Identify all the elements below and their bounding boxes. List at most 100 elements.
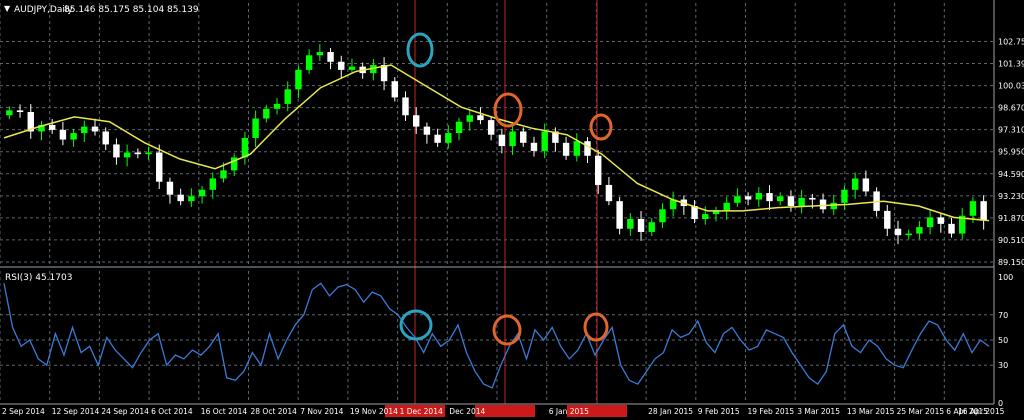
candle-down bbox=[412, 115, 420, 127]
candle-up bbox=[220, 170, 227, 179]
candle-down bbox=[894, 228, 902, 236]
candle-up bbox=[188, 196, 195, 202]
candle-down bbox=[616, 201, 623, 229]
candle-up bbox=[145, 152, 152, 155]
candle-down bbox=[59, 129, 67, 140]
price-tick-label: 98.670 bbox=[998, 104, 1024, 113]
candle-down bbox=[177, 194, 184, 202]
rsi-label: RSI(3) 45.1703 bbox=[5, 273, 72, 283]
rsi-tick-label: 100 bbox=[998, 273, 1013, 282]
candle-up bbox=[241, 137, 249, 158]
candle-up bbox=[316, 52, 324, 56]
candle-down bbox=[327, 52, 334, 62]
candle-up bbox=[209, 178, 216, 190]
price-tick-label: 95.950 bbox=[998, 148, 1024, 157]
candle-down bbox=[166, 181, 174, 195]
candle-down bbox=[16, 110, 24, 113]
candle-down bbox=[134, 152, 142, 155]
candle-up bbox=[445, 133, 452, 143]
time-label: 6 Jan 2015 bbox=[549, 407, 589, 416]
candle-down bbox=[809, 197, 816, 200]
candle-up bbox=[851, 178, 859, 190]
candle-down bbox=[605, 184, 613, 202]
candle-down bbox=[862, 178, 870, 192]
candle-down bbox=[637, 218, 645, 232]
time-label: 19 Feb 2015 bbox=[748, 407, 795, 416]
candle-up bbox=[541, 131, 548, 151]
time-label: 16 Oct 2014 bbox=[201, 407, 248, 416]
time-label: 7 Nov 2014 bbox=[300, 407, 343, 416]
candle-up bbox=[273, 103, 281, 109]
candle-up bbox=[123, 152, 131, 158]
candle-down bbox=[520, 131, 527, 143]
candle-up bbox=[348, 66, 356, 70]
time-label: 28 Oct 2014 bbox=[251, 407, 298, 416]
candle-up bbox=[648, 222, 655, 232]
chart-background bbox=[0, 0, 1024, 420]
ohlc-values: 85.146 85.175 85.104 85.139 bbox=[64, 5, 199, 15]
price-tick-label: 91.870 bbox=[998, 214, 1024, 223]
candle-down bbox=[48, 124, 56, 130]
price-tick-label: 89.150 bbox=[998, 258, 1024, 267]
candle-down bbox=[948, 223, 955, 234]
dropdown-arrow-icon[interactable]: ▼ bbox=[4, 4, 11, 13]
rsi-tick-label: 50 bbox=[998, 336, 1008, 345]
price-tick-label: 97.310 bbox=[998, 126, 1024, 135]
rsi-tick-label: 70 bbox=[998, 311, 1008, 320]
candle-up bbox=[659, 209, 666, 223]
candle-down bbox=[391, 81, 398, 98]
time-label: 16 Apr 2015 bbox=[958, 407, 1005, 416]
candle-up bbox=[263, 108, 270, 119]
candle-down bbox=[787, 196, 795, 207]
time-label: 19 Nov 2014 bbox=[350, 407, 398, 416]
candle-up bbox=[916, 227, 923, 234]
candle-up bbox=[6, 110, 13, 116]
candle-down bbox=[487, 120, 495, 135]
time-label: 12 Sep 2014 bbox=[52, 407, 100, 416]
time-label: 6 Oct 2014 bbox=[151, 407, 193, 416]
candle-up bbox=[284, 89, 291, 104]
rsi-tick-label: 30 bbox=[998, 361, 1008, 370]
candle-down bbox=[819, 199, 827, 210]
candle-up bbox=[926, 217, 934, 228]
candle-up bbox=[198, 189, 206, 197]
candle-down bbox=[595, 155, 602, 185]
candle-down bbox=[113, 144, 120, 158]
candle-up bbox=[466, 115, 473, 122]
price-tick-label: 94.590 bbox=[998, 170, 1024, 179]
price-tick-label: 102.750 bbox=[998, 38, 1024, 47]
candle-down bbox=[91, 126, 99, 132]
candle-up bbox=[905, 233, 912, 236]
time-label: 3 Mar 2015 bbox=[797, 407, 840, 416]
candle-down bbox=[766, 193, 773, 202]
candle-up bbox=[295, 69, 302, 90]
candle-down bbox=[423, 126, 431, 135]
chart-header: ▼ AUDJPY,Daily 85.146 85.175 85.104 85.1… bbox=[4, 4, 199, 15]
candle-up bbox=[455, 121, 463, 134]
candle-up bbox=[702, 214, 709, 219]
time-label: 24 Sep 2014 bbox=[101, 407, 149, 416]
candle-up bbox=[723, 202, 730, 211]
candle-up bbox=[627, 218, 634, 229]
candle-up bbox=[70, 133, 77, 140]
candle-down bbox=[584, 141, 591, 156]
price-tick-label: 100.030 bbox=[998, 82, 1024, 91]
candle-up bbox=[305, 55, 313, 70]
time-label: Dec 2014 bbox=[449, 407, 485, 416]
candle-up bbox=[777, 196, 784, 202]
time-label: 1 Dec 2014 bbox=[400, 407, 443, 416]
time-label: 9 Feb 2015 bbox=[698, 407, 740, 416]
candle-down bbox=[562, 142, 570, 156]
candle-up bbox=[755, 193, 763, 200]
candle-down bbox=[102, 131, 109, 145]
candle-down bbox=[884, 210, 891, 229]
candle-up bbox=[841, 189, 848, 203]
candle-down bbox=[156, 152, 163, 182]
candle-up bbox=[509, 131, 516, 147]
candle-up bbox=[734, 196, 741, 203]
candle-up bbox=[798, 197, 805, 207]
candle-up bbox=[969, 201, 977, 216]
candle-down bbox=[498, 134, 506, 147]
candle-down bbox=[744, 196, 752, 200]
candle-down bbox=[937, 217, 945, 224]
